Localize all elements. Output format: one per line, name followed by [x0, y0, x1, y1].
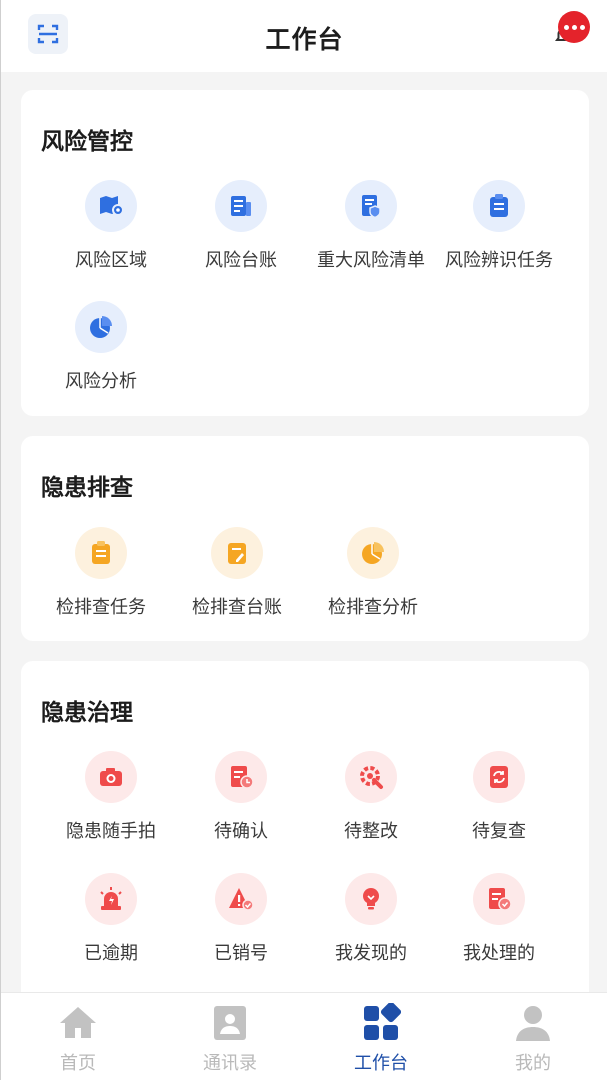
- doc-clock-icon: [231, 766, 254, 789]
- contacts-icon: [214, 1006, 246, 1040]
- nav-item-mine[interactable]: 我的: [473, 993, 593, 1080]
- nav-label: 通讯录: [203, 1053, 257, 1074]
- section-title: 风险管控: [41, 129, 133, 155]
- grid-item-my-handled[interactable]: 我处理的: [434, 873, 564, 965]
- nav-item-workbench[interactable]: 工作台: [321, 993, 441, 1080]
- grid-item-label: 我发现的: [335, 943, 407, 964]
- clipboard-icon: [92, 541, 110, 564]
- bottom-nav: 首页 通讯录 工作台 我的: [1, 992, 607, 1080]
- ledger-icon: [231, 196, 251, 216]
- nav-item-contacts[interactable]: 通讯录: [170, 993, 290, 1080]
- hazard-check-card: 隐患排查 检排查任务 检排查台账 检排查分析: [21, 436, 589, 641]
- grid-item-cancelled[interactable]: 已销号: [176, 873, 306, 965]
- grid-item-to-recheck[interactable]: 待复查: [434, 751, 564, 843]
- grid-item-label: 风险分析: [65, 371, 137, 392]
- grid-item-risk-analysis[interactable]: 风险分析: [36, 301, 166, 393]
- app-root: 工作台 风险管控 风险区域 风险台账 重大风险清单 风险辨识任务 风险分析 隐患…: [0, 0, 607, 1080]
- doc-check-icon: [489, 888, 512, 911]
- grid-item-label: 风险台账: [205, 250, 277, 271]
- grid-item-label: 待复查: [472, 821, 526, 842]
- grid-item-to-confirm[interactable]: 待确认: [176, 751, 306, 843]
- clipboard-icon: [490, 194, 508, 217]
- grid-item-label: 检排查台账: [192, 597, 282, 618]
- pie-chart-icon: [362, 542, 384, 564]
- hazard-govern-card: 隐患治理 隐患随手拍 待确认 待整改 待复查 已逾期 已销号 我发现的 我处理的: [21, 661, 589, 1021]
- nav-label: 工作台: [354, 1053, 408, 1074]
- grid-item-check-analysis[interactable]: 检排查分析: [308, 527, 438, 619]
- nav-item-home[interactable]: 首页: [18, 993, 138, 1080]
- grid-item-label: 隐患随手拍: [66, 821, 156, 842]
- grid-item-label: 待整改: [344, 821, 398, 842]
- grid-item-risk-area[interactable]: 风险区域: [46, 180, 176, 272]
- section-title: 隐患治理: [41, 700, 133, 726]
- grid-item-snap-hazard[interactable]: 隐患随手拍: [46, 751, 176, 843]
- grid-item-label: 检排查分析: [328, 597, 418, 618]
- grid-item-to-rectify[interactable]: 待整改: [306, 751, 436, 843]
- warning-triangle-icon: [229, 888, 254, 911]
- page-title: 工作台: [265, 25, 344, 54]
- grid-item-label: 已销号: [214, 943, 268, 964]
- more-dots-icon: [563, 24, 569, 30]
- grid-item-label: 风险区域: [75, 250, 147, 271]
- grid-item-label: 我处理的: [463, 943, 535, 964]
- grid-item-check-ledger[interactable]: 检排查台账: [172, 527, 302, 619]
- grid-item-label: 检排查任务: [56, 597, 146, 618]
- user-icon: [516, 1006, 550, 1041]
- pie-chart-icon: [90, 316, 112, 338]
- grid-item-label: 风险辨识任务: [445, 250, 553, 271]
- nav-label: 首页: [60, 1053, 96, 1074]
- gear-wrench-icon: [360, 766, 383, 789]
- nav-label: 我的: [515, 1053, 551, 1074]
- refresh-doc-icon: [490, 766, 508, 788]
- edit-doc-icon: [228, 543, 246, 564]
- map-pin-icon: [100, 196, 124, 216]
- grid-item-major-risk-list[interactable]: 重大风险清单: [306, 180, 436, 272]
- home-icon: [60, 1007, 96, 1038]
- risk-control-card: 风险管控 风险区域 风险台账 重大风险清单 风险辨识任务 风险分析: [21, 90, 589, 416]
- grid-item-label: 重大风险清单: [317, 250, 425, 271]
- grid-item-my-found[interactable]: 我发现的: [306, 873, 436, 965]
- bulb-icon: [363, 888, 379, 910]
- section-title: 隐患排查: [41, 475, 133, 501]
- alarm-light-icon: [100, 887, 122, 910]
- camera-icon: [100, 768, 122, 786]
- workbench-icon: [364, 1003, 401, 1040]
- message-badge[interactable]: [558, 11, 590, 43]
- shield-doc-icon: [362, 195, 381, 219]
- top-header: 工作台: [1, 0, 607, 72]
- grid-item-check-task[interactable]: 检排查任务: [36, 527, 166, 619]
- grid-item-risk-identify-task[interactable]: 风险辨识任务: [434, 180, 564, 272]
- grid-item-label: 待确认: [214, 821, 268, 842]
- grid-item-overdue[interactable]: 已逾期: [46, 873, 176, 965]
- grid-item-risk-ledger[interactable]: 风险台账: [176, 180, 306, 272]
- grid-item-label: 已逾期: [84, 943, 138, 964]
